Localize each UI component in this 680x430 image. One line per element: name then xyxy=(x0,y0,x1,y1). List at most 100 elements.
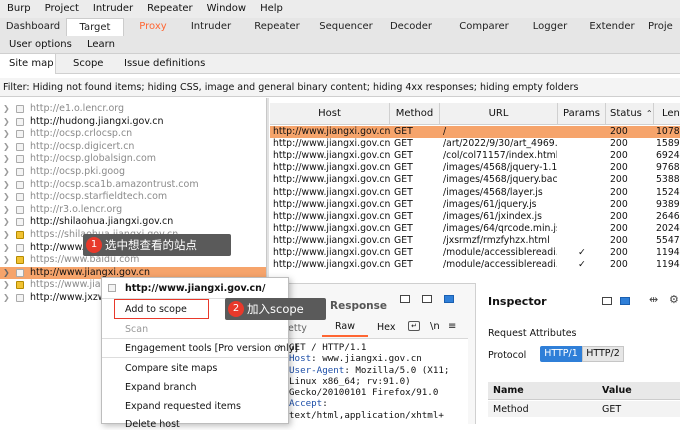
http2-toggle[interactable]: HTTP/2 xyxy=(582,346,624,362)
menu-scan[interactable]: Scan xyxy=(125,324,148,335)
tab-logger[interactable]: Logger xyxy=(524,18,576,36)
tab-project[interactable]: Proje xyxy=(648,18,680,36)
chevron-right-icon[interactable]: ❯ xyxy=(3,141,10,153)
cell-url: /images/61/jxindex.js xyxy=(443,210,542,222)
cell-url: /jxsrmzf/rmzfyhzx.html xyxy=(443,234,550,246)
tab-user-options[interactable]: User options xyxy=(9,39,72,50)
layout-tabs-icon[interactable] xyxy=(444,295,454,303)
table-row[interactable]: http://www.jiangxi.gov.cn GET/images/61/j… xyxy=(270,199,680,211)
menu-burp[interactable]: Burp xyxy=(0,0,38,18)
col-url[interactable]: URL xyxy=(440,103,558,125)
chevron-right-icon[interactable]: ❯ xyxy=(3,153,10,165)
filter-bar[interactable]: Filter: Hiding not found items; hiding C… xyxy=(0,78,680,97)
file-icon xyxy=(16,130,24,139)
align-icon[interactable]: ⇹ xyxy=(649,293,658,306)
tab-extender[interactable]: Extender xyxy=(576,18,648,36)
tab-comparer[interactable]: Comparer xyxy=(444,18,524,36)
chevron-right-icon[interactable]: ❯ xyxy=(3,292,10,304)
table-row[interactable]: http://www.jiangxi.gov.cn GET/module/acce… xyxy=(270,247,680,259)
newline-icon[interactable]: \n xyxy=(430,321,440,332)
chevron-right-icon[interactable]: ❯ xyxy=(3,103,10,115)
menu-compare-site-maps[interactable]: Compare site maps xyxy=(125,363,217,374)
settings-icon[interactable]: ⚙ xyxy=(669,293,679,306)
menu-project[interactable]: Project xyxy=(38,0,86,18)
subtab-site-map[interactable]: Site map xyxy=(9,58,54,69)
col-length[interactable]: Len xyxy=(654,103,680,125)
table-header: Host Method URL Params Status ⌃ Len xyxy=(270,103,680,125)
menu-window[interactable]: Window xyxy=(200,0,253,18)
wrap-icon[interactable]: ↵ xyxy=(408,321,420,331)
menu-repeater[interactable]: Repeater xyxy=(140,0,199,18)
request-attributes-heading[interactable]: Request Attributes xyxy=(488,328,577,339)
menu-delete-host[interactable]: Delete host xyxy=(125,419,180,430)
col-host[interactable]: Host xyxy=(270,103,390,125)
menu-intruder[interactable]: Intruder xyxy=(86,0,140,18)
tree-item[interactable]: ❯ http://e1.o.lencr.org xyxy=(0,103,267,115)
chevron-right-icon[interactable]: ❯ xyxy=(3,116,10,128)
menu-icon[interactable]: ≡ xyxy=(448,321,456,332)
col-status[interactable]: Status ⌃ xyxy=(606,103,654,125)
tab-repeater[interactable]: Repeater xyxy=(240,18,314,36)
attributes-grid-row[interactable]: Method GET xyxy=(488,401,680,417)
table-row[interactable]: http://www.jiangxi.gov.cn GET/col/col7115… xyxy=(270,150,680,162)
layout-split-icon[interactable] xyxy=(400,295,410,303)
menu-expand-branch[interactable]: Expand branch xyxy=(125,382,197,393)
menu-expand-requested-items[interactable]: Expand requested items xyxy=(125,401,241,412)
subtab-scope[interactable]: Scope xyxy=(73,58,103,69)
col-method[interactable]: Method xyxy=(390,103,440,125)
tab-hex[interactable]: Hex xyxy=(377,322,395,333)
inspector-layout-icon[interactable] xyxy=(602,297,612,305)
tree-item[interactable]: ❯ http://ocsp.digicert.cn xyxy=(0,140,267,153)
tree-item[interactable]: ❯ http://r3.o.lencr.org xyxy=(0,204,267,216)
tree-item[interactable]: ❯ http://ocsp.sca1b.amazontrust.com xyxy=(0,179,267,191)
tab-dashboard[interactable]: Dashboard xyxy=(0,18,66,36)
tab-response-label[interactable]: Response xyxy=(330,300,387,312)
sort-up-icon: ⌃ xyxy=(645,109,653,118)
col-params[interactable]: Params xyxy=(558,103,606,125)
table-row[interactable]: http://www.jiangxi.gov.cn GET/images/64/q… xyxy=(270,223,680,235)
tab-pretty[interactable]: etty xyxy=(288,323,307,334)
table-row[interactable]: http://www.jiangxi.gov.cn GET/art/2022/9/… xyxy=(270,138,680,150)
table-row[interactable]: http://www.jiangxi.gov.cn GET/images/61/j… xyxy=(270,211,680,223)
subtab-issue-definitions[interactable]: Issue definitions xyxy=(124,58,205,69)
menu-help[interactable]: Help xyxy=(253,0,290,18)
layout-horizontal-icon[interactable] xyxy=(422,295,432,303)
request-editor[interactable]: GET / HTTP/1.1 Host: www.jiangxi.gov.cn … xyxy=(270,338,468,424)
tab-target[interactable]: Target xyxy=(66,18,124,36)
table-row[interactable]: http://www.jiangxi.gov.cn GET/images/4568… xyxy=(270,187,680,199)
layout-toggle[interactable] xyxy=(398,293,478,305)
table-row[interactable]: http://www.jiangxi.gov.cn GET/jxsrmzf/rmz… xyxy=(270,235,680,247)
table-row[interactable]: http://www.jiangxi.gov.cn GET / 200 10780 xyxy=(270,126,680,138)
chevron-right-icon[interactable]: ❯ xyxy=(3,279,10,291)
tree-item[interactable]: ❯ http://hudong.jiangxi.gov.cn xyxy=(0,116,267,128)
tab-sequencer[interactable]: Sequencer xyxy=(314,18,378,36)
tab-learn[interactable]: Learn xyxy=(87,39,115,50)
tab-decoder[interactable]: Decoder xyxy=(378,18,444,36)
inspector-layout-active-icon[interactable] xyxy=(620,297,630,305)
chevron-right-icon[interactable]: ❯ xyxy=(3,166,10,178)
tree-item[interactable]: ❯ http://ocsp.crlocsp.cn xyxy=(0,128,267,140)
tab-proxy[interactable]: Proxy xyxy=(124,18,182,36)
chevron-right-icon[interactable]: ❯ xyxy=(3,242,10,254)
tab-intruder[interactable]: Intruder xyxy=(182,18,240,36)
tree-item[interactable]: ❯ http://ocsp.starfieldtech.com xyxy=(0,191,267,203)
tree-item[interactable]: ❯ http://ocsp.globalsign.com xyxy=(0,153,267,165)
table-row[interactable]: http://www.jiangxi.gov.cn GET/images/4568… xyxy=(270,162,680,174)
chevron-right-icon[interactable]: ❯ xyxy=(3,179,10,191)
chevron-right-icon[interactable]: ❯ xyxy=(3,254,10,266)
chevron-right-icon[interactable]: ❯ xyxy=(3,128,10,140)
tree-item-label: http://ocsp.digicert.cn xyxy=(30,140,135,152)
table-row[interactable]: http://www.jiangxi.gov.cn GET/module/acce… xyxy=(270,259,680,271)
tab-raw[interactable]: Raw xyxy=(322,319,368,337)
tree-item[interactable]: ❯ http://shilaohua.jiangxi.gov.cn xyxy=(0,216,267,228)
menu-engagement-tools[interactable]: Engagement tools [Pro version only] xyxy=(125,343,298,354)
chevron-right-icon[interactable]: ❯ xyxy=(3,204,10,216)
chevron-right-icon[interactable]: ❯ xyxy=(3,229,10,241)
table-row[interactable]: http://www.jiangxi.gov.cn GET/images/4568… xyxy=(270,174,680,186)
http1-toggle[interactable]: HTTP/1 xyxy=(540,346,582,362)
chevron-right-icon[interactable]: ❯ xyxy=(3,191,10,203)
chevron-right-icon[interactable]: ❯ xyxy=(3,216,10,228)
chevron-right-icon[interactable]: ❯ xyxy=(3,267,10,279)
tree-item[interactable]: ❯ https://www.baidu.com xyxy=(0,254,267,266)
tree-item[interactable]: ❯ http://ocsp.pki.goog xyxy=(0,166,267,178)
